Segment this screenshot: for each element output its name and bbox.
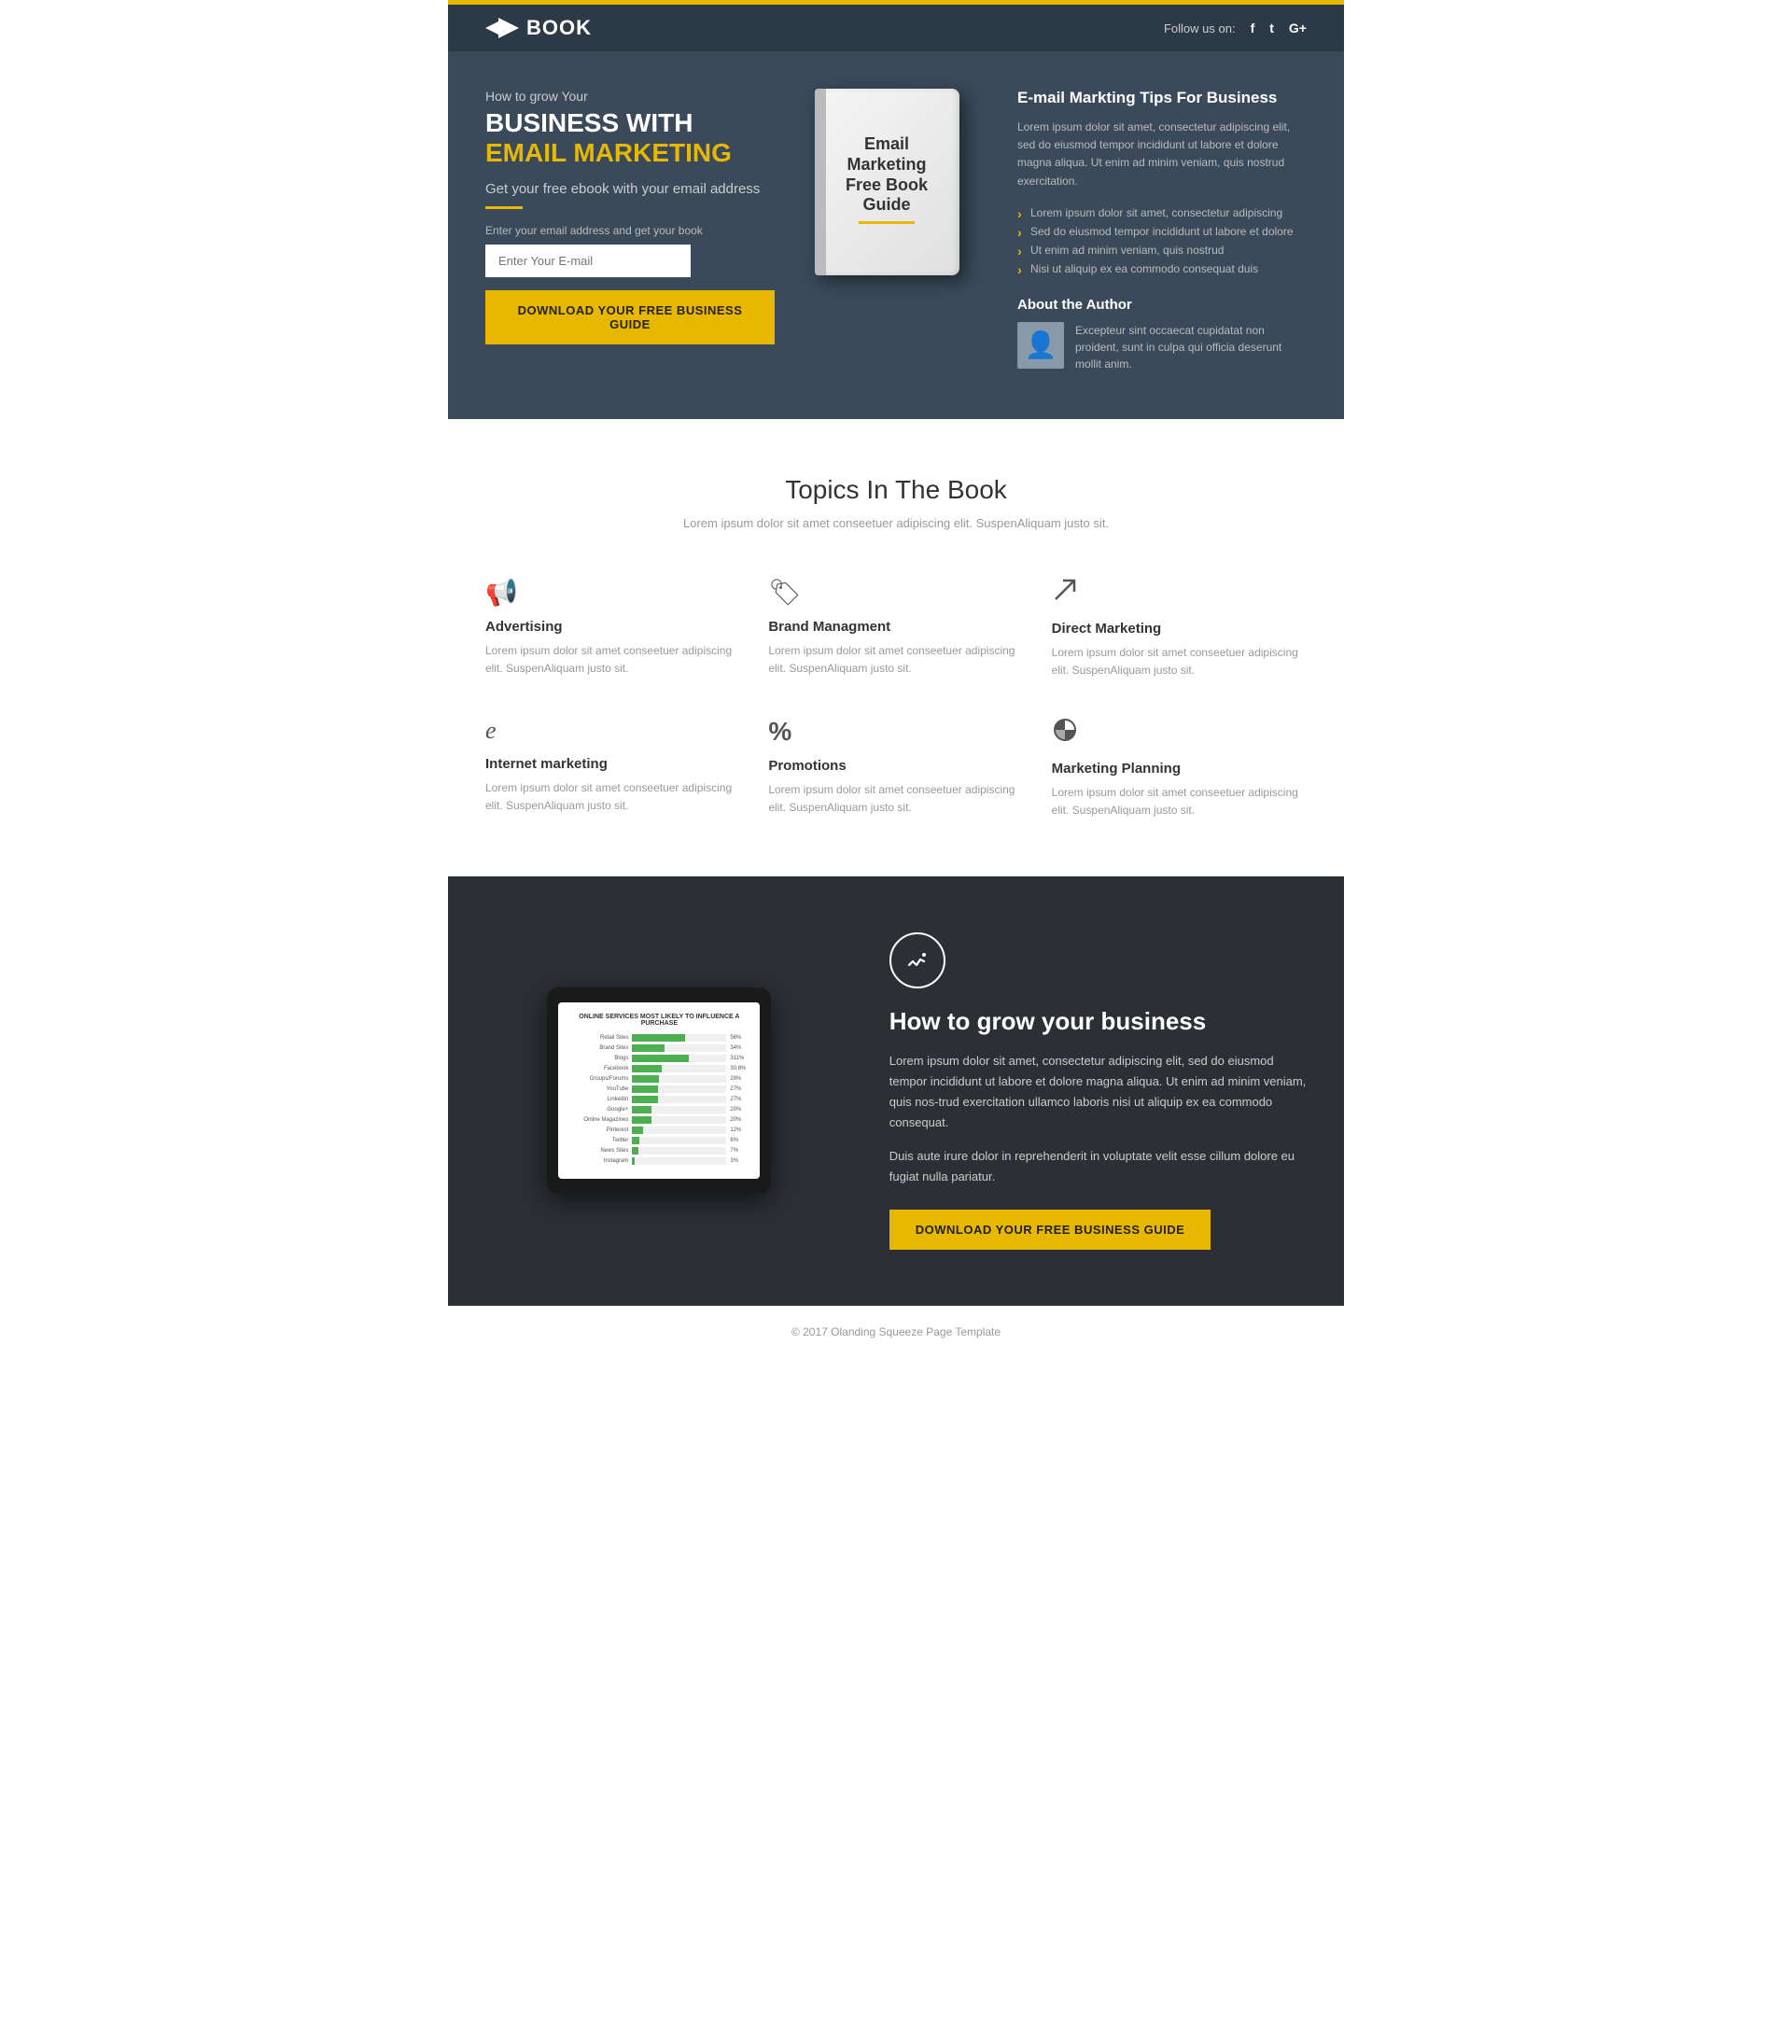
- chart-right: How to grow your business Lorem ipsum do…: [889, 932, 1307, 1251]
- topic-name: Brand Managment: [768, 619, 1023, 635]
- grow-download-button[interactable]: Download Your Free Business Guide: [889, 1210, 1211, 1250]
- bar-row: Facebook30.8%: [567, 1065, 750, 1072]
- hero-divider: [485, 206, 523, 209]
- grow-text-2: Duis aute irure dolor in reprehenderit i…: [889, 1146, 1307, 1187]
- grow-text-1: Lorem ipsum dolor sit amet, consectetur …: [889, 1051, 1307, 1133]
- bullet-list: Lorem ipsum dolor sit amet, consectetur …: [1017, 203, 1307, 278]
- topic-name: Advertising: [485, 619, 740, 635]
- bar-row: Retail Sites56%: [567, 1034, 750, 1042]
- chart-heading: ONLINE SERVICES MOST LIKELY TO INFLUENCE…: [567, 1014, 750, 1027]
- author-text: Excepteur sint occaecat cupidatat non pr…: [1075, 322, 1307, 372]
- internet-icon: e: [485, 717, 740, 745]
- grow-title: How to grow your business: [889, 1007, 1307, 1036]
- email-input[interactable]: [485, 245, 691, 277]
- bar-row: Blogs311%: [567, 1055, 750, 1062]
- logo-icon: [485, 18, 519, 38]
- bullet-item: Ut enim ad minim veniam, quis nostrud: [1017, 241, 1307, 259]
- planning-icon: [1052, 717, 1307, 749]
- bar-row: Google+20%: [567, 1106, 750, 1113]
- bar-row: Twitter8%: [567, 1137, 750, 1144]
- hero-section: How to grow Your BUSINESS WITH EMAIL MAR…: [448, 51, 1344, 419]
- topic-direct: Direct Marketing Lorem ipsum dolor sit a…: [1052, 577, 1307, 679]
- facebook-link[interactable]: f: [1251, 21, 1255, 35]
- twitter-link[interactable]: t: [1269, 21, 1274, 35]
- bar-chart: Retail Sites56% Brand Sites34% Blogs311% Fa…: [567, 1034, 750, 1165]
- topic-text: Lorem ipsum dolor sit amet conseetuer ad…: [1052, 784, 1307, 819]
- googleplus-link[interactable]: G+: [1289, 21, 1307, 35]
- tablet-frame: ONLINE SERVICES MOST LIKELY TO INFLUENCE…: [547, 987, 771, 1194]
- about-title: About the Author: [1017, 297, 1307, 313]
- topic-text: Lorem ipsum dolor sit amet conseetuer ad…: [485, 779, 740, 815]
- bar-row: Brand Sites34%: [567, 1044, 750, 1052]
- chart-section: ONLINE SERVICES MOST LIKELY TO INFLUENCE…: [448, 876, 1344, 1307]
- topic-text: Lorem ipsum dolor sit amet conseetuer ad…: [768, 642, 1023, 678]
- hero-content: How to grow Your BUSINESS WITH EMAIL MAR…: [448, 51, 1344, 419]
- hero-subtitle: How to grow Your: [485, 89, 775, 104]
- topic-text: Lorem ipsum dolor sit amet conseetuer ad…: [768, 781, 1023, 817]
- bullet-item: Sed do eiusmod tempor incididunt ut labo…: [1017, 222, 1307, 241]
- topic-text: Lorem ipsum dolor sit amet conseetuer ad…: [1052, 644, 1307, 679]
- chart-left: ONLINE SERVICES MOST LIKELY TO INFLUENCE…: [485, 987, 833, 1194]
- topic-text: Lorem ipsum dolor sit amet conseetuer ad…: [485, 642, 740, 678]
- bullet-item: Nisi ut aliquip ex ea commodo consequat …: [1017, 259, 1307, 278]
- footer-text: © 2017 Olanding Squeeze Page Template: [791, 1325, 1001, 1338]
- email-label: Enter your email address and get your bo…: [485, 224, 775, 237]
- advertising-icon: 📢: [485, 577, 740, 608]
- brand-icon: 🏷: [768, 577, 1023, 608]
- download-button[interactable]: Download Your Free Business Guide: [485, 290, 775, 344]
- footer: © 2017 Olanding Squeeze Page Template: [448, 1306, 1344, 1357]
- topic-name: Direct Marketing: [1052, 621, 1307, 637]
- hero-title-main: BUSINESS WITH: [485, 109, 775, 138]
- promotions-icon: %: [768, 717, 1023, 747]
- bar-row: News Sites7%: [567, 1147, 750, 1155]
- hero-book: Email Marketing Free Book Guide: [803, 89, 971, 275]
- topics-section: Topics In The Book Lorem ipsum dolor sit…: [448, 419, 1344, 876]
- topics-desc: Lorem ipsum dolor sit amet conseetuer ad…: [485, 516, 1307, 530]
- avatar-icon: 👤: [1025, 329, 1057, 360]
- avatar: 👤: [1017, 322, 1064, 369]
- book-line: [859, 221, 915, 224]
- topic-internet: e Internet marketing Lorem ipsum dolor s…: [485, 717, 740, 819]
- tips-body: Lorem ipsum dolor sit amet, consectetur …: [1017, 119, 1307, 190]
- topic-name: Marketing Planning: [1052, 761, 1307, 777]
- book-cover: Email Marketing Free Book Guide: [815, 89, 959, 275]
- hero-title-highlight: EMAIL MARKETING: [485, 138, 775, 168]
- grow-icon-circle: [889, 932, 945, 988]
- topics-grid: 📢 Advertising Lorem ipsum dolor sit amet…: [485, 577, 1307, 820]
- bar-row: Groups/Forums28%: [567, 1075, 750, 1083]
- topics-title: Topics In The Book: [485, 475, 1307, 505]
- topic-advertising: 📢 Advertising Lorem ipsum dolor sit amet…: [485, 577, 740, 679]
- hero-right: E-mail Markting Tips For Business Lorem …: [999, 89, 1307, 372]
- topic-planning: Marketing Planning Lorem ipsum dolor sit…: [1052, 717, 1307, 819]
- about-author: About the Author 👤 Excepteur sint occaec…: [1017, 297, 1307, 372]
- bar-row: Online Magazines20%: [567, 1116, 750, 1124]
- topic-name: Internet marketing: [485, 756, 740, 772]
- follow-us-label: Follow us on:: [1164, 21, 1236, 35]
- bar-row: YouTube27%: [567, 1085, 750, 1093]
- bar-row: Instagram3%: [567, 1157, 750, 1165]
- bullet-item: Lorem ipsum dolor sit amet, consectetur …: [1017, 203, 1307, 222]
- social-links: Follow us on: f t G+: [1164, 21, 1307, 35]
- topic-brand: 🏷 Brand Managment Lorem ipsum dolor sit …: [768, 577, 1023, 679]
- hero-left: How to grow Your BUSINESS WITH EMAIL MAR…: [485, 89, 775, 344]
- bar-row: Pinterest12%: [567, 1127, 750, 1134]
- navbar: BOOK Follow us on: f t G+: [448, 5, 1344, 51]
- topic-name: Promotions: [768, 758, 1023, 774]
- topic-promotions: % Promotions Lorem ipsum dolor sit amet …: [768, 717, 1023, 819]
- logo-text: BOOK: [526, 16, 592, 40]
- tablet-screen: ONLINE SERVICES MOST LIKELY TO INFLUENCE…: [558, 1002, 760, 1179]
- bar-row: LinkedIn27%: [567, 1096, 750, 1103]
- direct-icon: [1052, 577, 1307, 609]
- tips-title: E-mail Markting Tips For Business: [1017, 89, 1307, 107]
- hero-desc: Get your free ebook with your email addr…: [485, 181, 775, 197]
- author-block: 👤 Excepteur sint occaecat cupidatat non …: [1017, 322, 1307, 372]
- logo: BOOK: [485, 16, 592, 40]
- book-title: Email Marketing Free Book Guide: [846, 134, 928, 215]
